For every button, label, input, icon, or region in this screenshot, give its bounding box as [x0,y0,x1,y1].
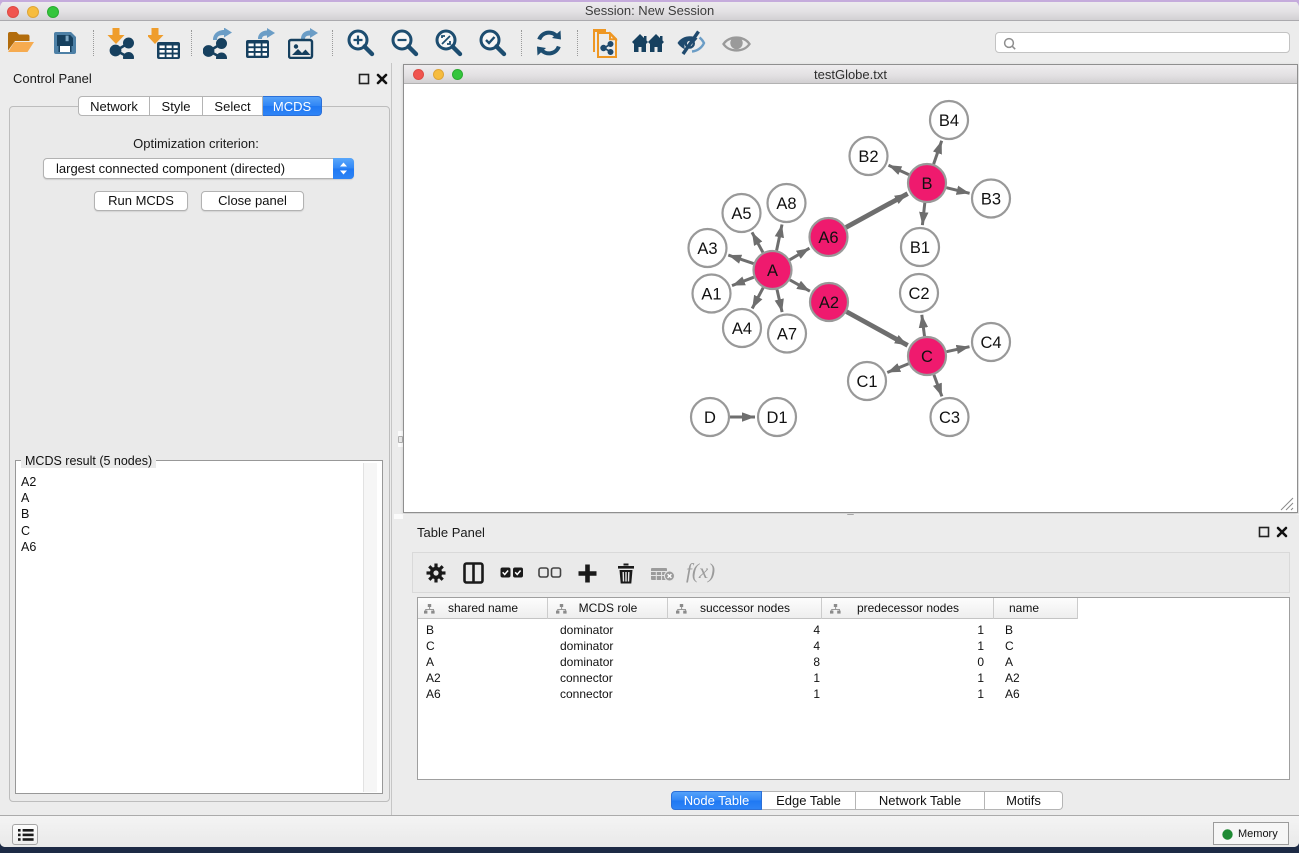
svg-text:A5: A5 [731,205,751,223]
svg-text:C: C [921,348,933,366]
svg-text:B2: B2 [858,148,878,166]
svg-text:A: A [767,262,778,280]
svg-text:C4: C4 [980,334,1001,352]
svg-text:C3: C3 [939,409,960,427]
svg-text:A8: A8 [776,195,796,213]
svg-text:D1: D1 [766,409,787,427]
svg-text:B1: B1 [910,239,930,257]
svg-text:A3: A3 [697,240,717,258]
svg-text:C1: C1 [856,373,877,391]
svg-text:A4: A4 [732,320,752,338]
svg-text:B4: B4 [939,112,959,130]
svg-text:A6: A6 [818,229,838,247]
svg-text:C2: C2 [908,285,929,303]
svg-text:A1: A1 [701,286,721,304]
svg-text:A7: A7 [777,326,797,344]
svg-text:A2: A2 [819,294,839,312]
svg-text:D: D [704,409,716,427]
svg-text:B3: B3 [981,191,1001,209]
svg-text:B: B [921,175,932,193]
